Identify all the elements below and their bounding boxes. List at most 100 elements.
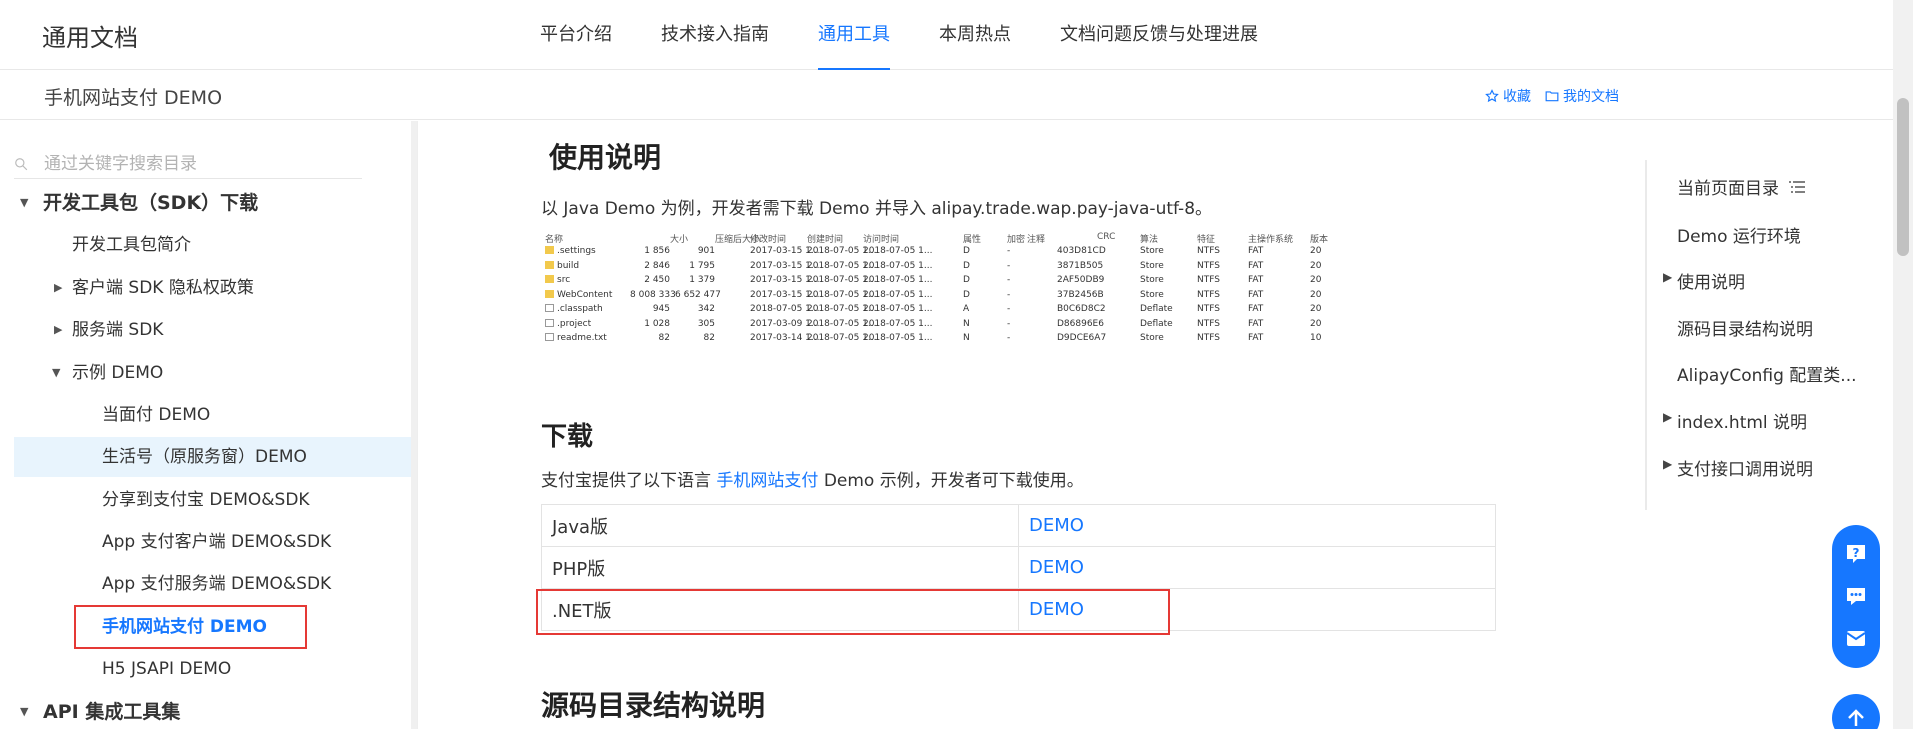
tab-common-tools[interactable]: 通用工具 [818,0,890,70]
list-icon[interactable] [1789,180,1805,194]
back-to-top-button[interactable] [1832,694,1880,729]
search-icon [15,158,28,171]
file-list-cell: - [1007,260,1011,271]
usage-text: 以 Java Demo 为例，开发者需下载 Demo 并导入 alipay.tr… [541,199,1213,219]
file-list-cell: 20 [1310,275,1322,285]
demo-cell: DEMO [1018,504,1496,547]
file-list-cell: - [1007,246,1011,256]
file-list-cell: 342 [697,304,715,314]
file-list-cell: Store [1140,333,1164,343]
caret-right-icon: ▶ [1663,410,1673,424]
tab-doc-feedback[interactable]: 文档问题反馈与处理进展 [1060,0,1258,70]
php-demo-link[interactable]: DEMO [1029,557,1084,578]
file-list-cell: 20 [1310,260,1322,271]
sidebar-item-client-sdk-privacy[interactable]: ▶ 客户端 SDK 隐私权政策 [14,268,414,308]
file-list-cell: B0C6D8C2 [1057,304,1106,314]
toc-item-runtime[interactable]: Demo 运行环境 [1677,222,1801,247]
top-navigation: 通用文档 平台介绍 技术接入指南 通用工具 本周热点 文档问题反馈与处理进展 [0,0,1893,70]
page-scrollbar[interactable] [1893,0,1913,729]
file-list-cell: 20 [1310,318,1322,329]
toc-item-source-structure[interactable]: 源码目录结构说明 [1677,315,1813,340]
file-list-header-cell: 名称 [545,235,564,245]
file-list-cell: .settings [545,246,596,256]
sidebar-item-share-demo[interactable]: 分享到支付宝 DEMO&SDK [14,480,414,520]
archive-file-list: 名称 大小 压缩后大小 修改时间 创建时间 访问时间 属性 加密 注释 CRC 算法 特征 主操作系统版… [545,232,1495,350]
file-list-cell: NTFS [1197,318,1220,329]
java-demo-link[interactable]: DEMO [1029,515,1084,536]
feedback-mail-icon[interactable] [1844,626,1868,650]
file-list-cell: 8 008 333 [630,289,676,300]
toc-item-index-html[interactable]: ▶ index.html 说明 [1663,408,1807,433]
caret-down-icon: ▼ [52,366,61,379]
file-list-cell: 2018-07-05 1... [863,318,933,329]
file-list-row: src 2 450 1 379 2017-03-15 1... 2018-07-05 1… [545,275,1495,289]
highlight-box-dotnet-row [536,589,1170,635]
sidebar-scrollbar[interactable] [411,121,417,729]
file-list-cell: D [963,260,970,271]
file-list-cell: Store [1140,275,1164,285]
tab-integration-guide[interactable]: 技术接入指南 [661,0,769,70]
nav-tabs: 平台介绍 技术接入指南 通用工具 本周热点 文档问题反馈与处理进展 [540,0,1307,70]
sidebar-item-api-tools[interactable]: ▼ API 集成工具集 [14,692,414,729]
caret-right-icon: ▶ [54,323,63,336]
svg-text:?: ? [1853,546,1860,560]
tab-platform-intro[interactable]: 平台介绍 [540,0,612,70]
sidebar-item-sdk-intro[interactable]: 开发工具包简介 [14,225,414,265]
toc-item-pay-api[interactable]: ▶ 支付接口调用说明 [1663,455,1813,480]
file-list-cell: 403D81CD [1057,246,1106,256]
my-docs-button[interactable]: 我的文档 [1545,86,1619,106]
lang-cell: PHP版 [541,546,1019,589]
file-list-cell: Store [1140,289,1164,300]
caret-down-icon: ▼ [20,196,29,209]
file-list-cell: 1 028 [644,318,670,329]
site-brand[interactable]: 通用文档 [42,18,138,53]
caret-down-icon: ▼ [20,705,29,718]
file-list-cell: - [1007,275,1011,285]
sidebar-item-lifestyle-demo[interactable]: 生活号（原服务窗）DEMO [14,437,414,477]
file-list-cell: 1 795 [689,260,715,271]
sidebar-item-h5-jsapi-demo[interactable]: H5 JSAPI DEMO [14,649,414,689]
arrow-up-icon [1848,709,1864,726]
sidebar-item-app-server-demo[interactable]: App 支付服务端 DEMO&SDK [14,564,414,604]
toc-item-alipayconfig[interactable]: AlipayConfig 配置类... [1677,361,1857,386]
file-list-row: .settings 1 856 901 2017-03-15 1... 2018-07-… [545,246,1495,260]
file-list-cell: readme.txt [545,333,607,343]
folder-icon [545,275,554,283]
sidebar-item-sdk-download[interactable]: ▼ 开发工具包（SDK）下载 [14,183,414,223]
tab-weekly-hot[interactable]: 本周热点 [939,0,1011,70]
sidebar-item-server-sdk[interactable]: ▶ 服务端 SDK [14,310,414,350]
sidebar-item-sample-demo[interactable]: ▼ 示例 DEMO [14,353,414,393]
file-list-cell: 2018-07-05 1... [863,304,933,314]
sidebar-search-input[interactable] [44,151,354,177]
floating-help-bar: ? [1832,525,1880,668]
file-list-cell: D86896E6 [1057,318,1104,329]
toc-item-usage[interactable]: ▶ 使用说明 [1663,268,1745,293]
sidebar-item-f2f-pay-demo[interactable]: 当面付 DEMO [14,395,414,435]
lang-cell: Java版 [541,504,1019,547]
file-list-row: build 2 846 1 795 2017-03-15 1... 2018-07-05… [545,260,1495,275]
file-list-header-cell: 主操作系统 [1248,235,1294,245]
help-icon[interactable]: ? [1844,542,1868,566]
usage-heading: 使用说明 [549,141,662,174]
file-list-cell: N [963,333,970,343]
file-list-cell: 82 [703,333,715,343]
file-list-cell: FAT [1248,304,1264,314]
page-scrollbar-thumb[interactable] [1897,98,1909,256]
file-icon [545,333,554,341]
sidebar-search [14,149,362,179]
file-list-cell: 10 [1310,333,1322,343]
file-list-cell: - [1007,333,1011,343]
file-list-header-cell: 访问时间 [863,235,900,245]
file-list-cell: - [1007,304,1011,314]
file-list-cell: D [963,246,970,256]
file-list-cell: NTFS [1197,304,1220,314]
favorite-button[interactable]: 收藏 [1485,86,1531,106]
file-list-cell: FAT [1248,318,1264,329]
chat-icon[interactable] [1844,584,1868,608]
file-icon [545,318,554,327]
caret-right-icon: ▶ [1663,457,1673,471]
wap-pay-link[interactable]: 手机网站支付 [716,471,818,491]
caret-right-icon: ▶ [1663,270,1673,284]
file-list-cell: - [1007,289,1011,300]
sidebar-item-app-client-demo[interactable]: App 支付客户端 DEMO&SDK [14,522,414,562]
